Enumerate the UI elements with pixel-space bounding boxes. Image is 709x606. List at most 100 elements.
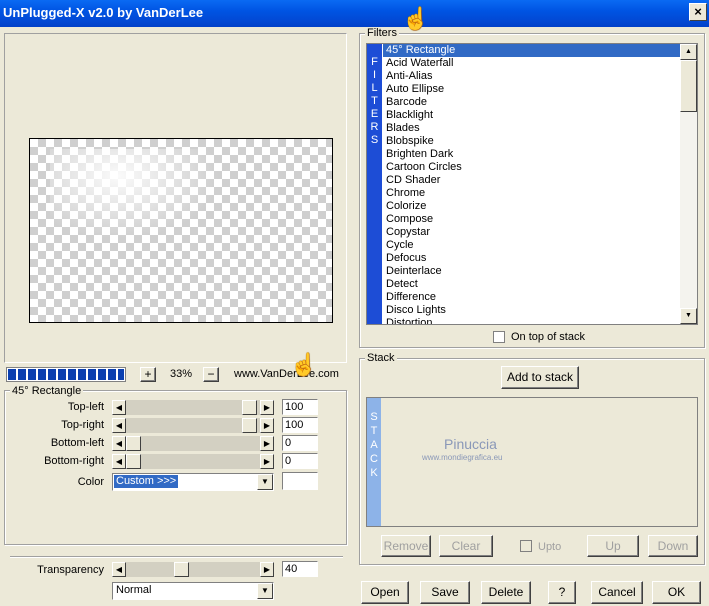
filters-strip: FILTERS [367,44,382,324]
filter-item[interactable]: 45° Rectangle [383,44,680,57]
slider-thumb[interactable] [126,454,141,469]
strip-letter: S [370,134,379,146]
filter-item[interactable]: Disco Lights [383,304,680,317]
arrow-left-icon[interactable]: ◀ [112,436,126,451]
delete-button[interactable]: Delete [481,581,531,604]
top-right-value[interactable]: 100 [282,417,318,433]
zoom-out-button[interactable]: − [203,367,219,382]
preview-glow [50,149,220,239]
chevron-down-icon[interactable]: ▼ [257,474,273,490]
chevron-down-icon[interactable]: ▼ [257,583,273,599]
filter-item[interactable]: Anti-Alias [383,70,680,83]
filter-item[interactable]: Cartoon Circles [383,161,680,174]
slider-top-left[interactable]: ◀ ▶ [112,400,274,415]
up-button[interactable]: Up [587,535,639,557]
preview-panel [4,33,347,363]
stack-strip: STACK [367,398,381,526]
filter-item[interactable]: Chrome [383,187,680,200]
arrow-left-icon[interactable]: ◀ [112,562,126,577]
strip-letter: C [370,453,378,465]
arrow-left-icon[interactable]: ◀ [112,400,126,415]
slider-thumb[interactable] [242,400,257,415]
cancel-button[interactable]: Cancel [591,581,643,604]
strip-letter: E [370,108,379,120]
arrow-right-icon[interactable]: ▶ [260,418,274,433]
slider-bottom-left[interactable]: ◀ ▶ [112,436,274,451]
filter-item[interactable]: Detect [383,278,680,291]
filter-item[interactable]: Barcode [383,96,680,109]
top-left-value[interactable]: 100 [282,399,318,415]
help-button[interactable]: ? [548,581,576,604]
progress-bar [6,367,126,382]
strip-letter: T [371,95,378,107]
stack-list[interactable]: STACK [366,397,698,527]
filter-item[interactable]: Blades [383,122,680,135]
filter-item[interactable]: Colorize [383,200,680,213]
arrow-right-icon[interactable]: ▶ [260,562,274,577]
stack-group-title: Stack [365,352,397,364]
filter-item[interactable]: Compose [383,213,680,226]
website-link[interactable]: www.VanDerLee.com [234,368,339,380]
color-select[interactable]: Custom >>> ▼ [112,473,274,491]
param-label-top-right: Top-right [61,419,104,431]
filter-item[interactable]: Distortion [383,317,680,324]
blend-mode-select[interactable]: Normal ▼ [112,582,274,600]
strip-letter: T [370,425,378,437]
arrow-right-icon[interactable]: ▶ [260,400,274,415]
filter-item[interactable]: CD Shader [383,174,680,187]
strip-letter: S [370,411,378,423]
filter-item[interactable]: Cycle [383,239,680,252]
scroll-down-icon[interactable]: ▼ [680,308,697,324]
zoom-in-button[interactable]: + [140,367,156,382]
remove-button[interactable]: Remove [381,535,431,557]
ok-button[interactable]: OK [652,581,701,604]
bottom-left-value[interactable]: 0 [282,435,318,451]
down-button[interactable]: Down [648,535,698,557]
title-bar: UnPlugged-X v2.0 by VanDerLee × [0,0,709,27]
bottom-right-value[interactable]: 0 [282,453,318,469]
arrow-right-icon[interactable]: ▶ [260,436,274,451]
param-label-top-left: Top-left [67,401,104,413]
filter-item[interactable]: Difference [383,291,680,304]
add-to-stack-button[interactable]: Add to stack [501,366,579,389]
filters-scrollbar[interactable]: ▲ ▼ [680,44,697,324]
slider-thumb[interactable] [242,418,257,433]
strip-letter: R [370,121,379,133]
preview-canvas[interactable] [29,138,333,323]
filters-group-title: Filters [365,27,399,39]
slider-top-right[interactable]: ◀ ▶ [112,418,274,433]
arrow-left-icon[interactable]: ◀ [112,418,126,433]
watermark-url: www.mondiegrafica.eu [422,453,503,462]
open-button[interactable]: Open [361,581,409,604]
slider-bottom-right[interactable]: ◀ ▶ [112,454,274,469]
scroll-thumb[interactable] [680,60,697,112]
blend-mode-value: Normal [116,584,152,596]
slider-transparency[interactable]: ◀ ▶ [112,562,274,577]
arrow-left-icon[interactable]: ◀ [112,454,126,469]
filter-item[interactable]: Brighten Dark [383,148,680,161]
save-button[interactable]: Save [420,581,470,604]
filter-item[interactable]: Blacklight [383,109,680,122]
upto-checkbox[interactable] [520,540,532,552]
color-label: Color [77,476,104,488]
filter-item[interactable]: Blobspike [383,135,680,148]
filter-item[interactable]: Copystar [383,226,680,239]
slider-thumb[interactable] [126,436,141,451]
strip-letter: K [370,467,378,479]
color-swatch[interactable] [282,472,318,490]
param-label-bottom-right: Bottom-right [44,455,104,467]
filter-item[interactable]: Acid Waterfall [383,57,680,70]
filters-list[interactable]: FILTERS 45° Rectangle Acid Waterfall Anti-… [366,43,698,325]
filter-item[interactable]: Auto Ellipse [383,83,680,96]
slider-thumb[interactable] [174,562,189,577]
scroll-up-icon[interactable]: ▲ [680,44,697,60]
arrow-right-icon[interactable]: ▶ [260,454,274,469]
filter-item[interactable]: Deinterlace [383,265,680,278]
strip-letter: F [371,56,378,68]
upto-label: Upto [538,541,562,553]
clear-button[interactable]: Clear [439,535,493,557]
close-button[interactable]: × [689,3,707,21]
filter-item[interactable]: Defocus [383,252,680,265]
on-top-checkbox[interactable] [493,331,505,343]
transparency-value[interactable]: 40 [282,561,318,577]
